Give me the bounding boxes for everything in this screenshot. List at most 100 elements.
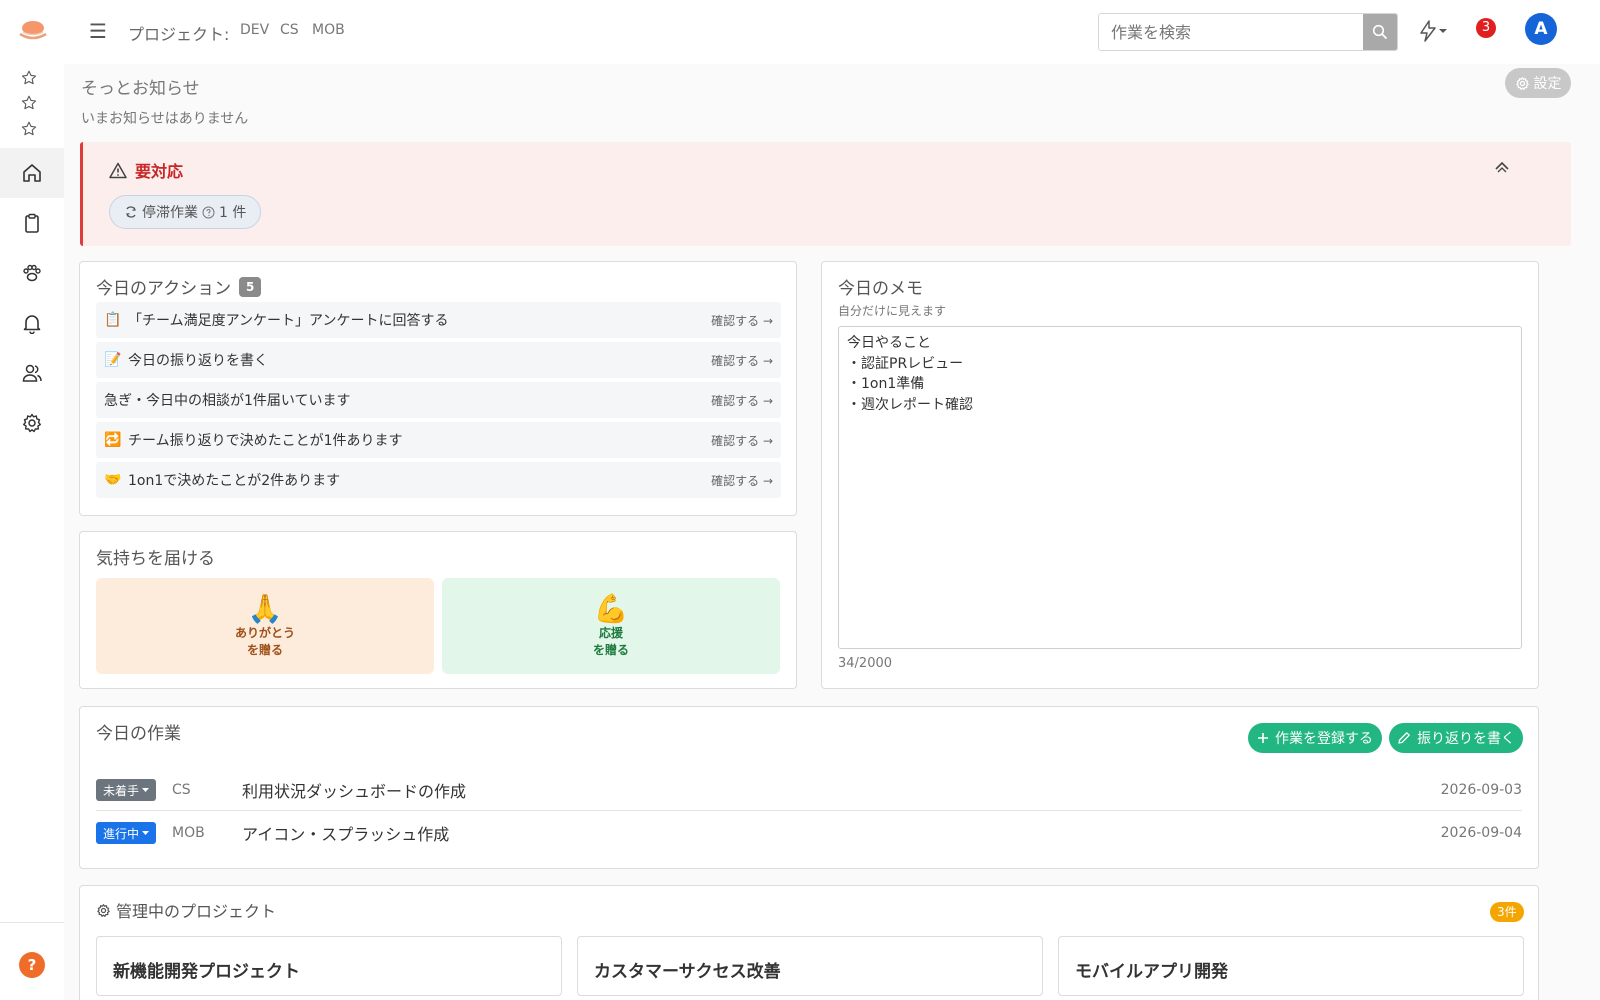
announcement-settings-button[interactable]: 設定: [1505, 68, 1571, 98]
task-date: 2026-09-04: [1440, 825, 1522, 841]
memo-char-counter: 34/2000: [838, 656, 893, 671]
action-item[interactable]: 🔁 チーム振り返りで決めたことが1件あります 確認する →: [96, 422, 781, 458]
handshake-emoji-icon: 🤝: [104, 472, 122, 488]
stale-count: 1 件: [219, 205, 247, 221]
confirm-link[interactable]: 確認する →: [711, 352, 773, 369]
confirm-link[interactable]: 確認する →: [711, 312, 773, 329]
send-feelings-title: 気持ちを届ける: [96, 549, 215, 569]
pencil-icon: [1398, 732, 1410, 744]
alert-title-text: 要対応: [135, 162, 184, 181]
project-card-title: カスタマーサクセス改善: [594, 962, 781, 982]
stale-tasks-pill[interactable]: 停滞作業 1 件: [109, 195, 262, 229]
sidebar: ?: [0, 64, 64, 1000]
today-memo-title: 今日のメモ: [838, 279, 923, 299]
today-memo-card: 今日のメモ 自分だけに見えます 34/2000: [821, 261, 1539, 689]
sidebar-item-tasks[interactable]: [0, 198, 64, 248]
alert-title: 要対応: [109, 158, 183, 182]
plus-icon: [1258, 733, 1268, 743]
avatar[interactable]: A: [1525, 13, 1557, 45]
action-item[interactable]: 🤝 1on1で決めたことが2件あります 確認する →: [96, 462, 781, 498]
star-icon[interactable]: [21, 95, 37, 111]
managed-projects-card: 管理中のプロジェクト 3件 新機能開発プロジェクト カスタマーサクセス改善 モバ…: [79, 885, 1539, 1000]
search-icon: [1372, 24, 1388, 40]
search-button[interactable]: [1363, 14, 1397, 50]
settings-label: 設定: [1533, 76, 1562, 92]
star-icon[interactable]: [21, 70, 37, 86]
sidebar-item-notifications[interactable]: [0, 298, 64, 348]
project-link-dev[interactable]: DEV: [240, 22, 269, 38]
send-cheer-line2: を贈る: [592, 643, 629, 657]
register-task-label: 作業を登録する: [1275, 731, 1373, 747]
action-item[interactable]: 急ぎ・今日中の相談が1件届いています 確認する →: [96, 382, 781, 418]
write-reflection-button[interactable]: 振り返りを書く: [1389, 723, 1523, 753]
sidebar-divider: [0, 922, 64, 923]
project-card[interactable]: 新機能開発プロジェクト: [96, 936, 562, 996]
today-actions-count: 5: [239, 276, 262, 297]
memo-emoji-icon: 📝: [104, 352, 122, 368]
project-card[interactable]: カスタマーサクセス改善: [577, 936, 1043, 996]
task-title[interactable]: アイコン・スプラッシュ作成: [242, 821, 1441, 845]
status-label: 進行中: [102, 826, 139, 841]
action-item[interactable]: 📝 今日の振り返りを書く 確認する →: [96, 342, 781, 378]
warning-icon: [109, 162, 127, 178]
managed-projects-title: 管理中のプロジェクト: [96, 898, 276, 922]
today-actions-card: 今日のアクション 5 📋 「チーム満足度アンケート」アンケートに回答する 確認す…: [79, 261, 797, 516]
action-text: 急ぎ・今日中の相談が1件届いています: [104, 393, 351, 409]
pray-emoji-icon: 🙏: [247, 592, 283, 625]
search-input[interactable]: [1099, 14, 1363, 50]
star-icon[interactable]: [21, 121, 37, 137]
sidebar-item-members[interactable]: [0, 348, 64, 398]
project-label: プロジェクト:: [128, 25, 230, 44]
users-icon: [22, 364, 42, 382]
muscle-emoji-icon: 💪: [593, 592, 629, 625]
help-button[interactable]: ?: [19, 952, 45, 978]
repeat-emoji-icon: 🔁: [104, 432, 122, 448]
menu-icon[interactable]: ☰: [89, 21, 109, 41]
quick-actions-button[interactable]: [1418, 19, 1452, 43]
stale-label: 停滞作業: [142, 205, 198, 221]
notification-badge[interactable]: 3: [1476, 18, 1496, 38]
confirm-link[interactable]: 確認する →: [711, 392, 773, 409]
clipboard-icon: [25, 213, 39, 233]
today-actions-title: 今日のアクション 5: [96, 274, 262, 299]
gear-icon: [1515, 76, 1529, 90]
app-logo-icon[interactable]: [18, 18, 48, 44]
write-reflection-label: 振り返りを書く: [1417, 731, 1515, 747]
memo-textarea[interactable]: [838, 326, 1522, 649]
bell-icon: [23, 315, 41, 334]
status-dropdown[interactable]: 進行中: [96, 822, 156, 844]
sidebar-item-home[interactable]: [0, 148, 64, 198]
today-memo-subtitle: 自分だけに見えます: [838, 304, 947, 318]
sidebar-item-settings[interactable]: [0, 398, 64, 448]
send-thanks-line2: を贈る: [246, 643, 283, 657]
main-content: そっとお知らせ いまお知らせはありません 設定 要対応 停滞作業 1 件 今日の…: [64, 64, 1600, 1000]
bolt-icon: [1420, 20, 1436, 42]
project-link-cs[interactable]: CS: [280, 22, 299, 38]
project-card-title: 新機能開発プロジェクト: [113, 962, 300, 982]
task-date: 2026-09-03: [1440, 782, 1522, 798]
sidebar-item-pets[interactable]: [0, 248, 64, 298]
task-project: MOB: [172, 825, 205, 841]
send-thanks-button[interactable]: 🙏 ありがとう を贈る: [96, 578, 434, 674]
gear-icon: [23, 413, 41, 433]
project-link-mob[interactable]: MOB: [312, 22, 345, 38]
confirm-link[interactable]: 確認する →: [711, 432, 773, 449]
task-title[interactable]: 利用状況ダッシュボードの作成: [242, 778, 1441, 802]
announcement-empty-text: いまお知らせはありません: [81, 111, 249, 127]
chevron-up-icon[interactable]: [1493, 160, 1511, 174]
today-tasks-card: 今日の作業 作業を登録する 振り返りを書く 未着手 CS 利用状況ダッシュボード…: [79, 706, 1539, 869]
action-text: 今日の振り返りを書く: [128, 353, 268, 369]
caret-down-icon: [142, 830, 149, 835]
status-label: 未着手: [102, 783, 139, 798]
action-text: 1on1で決めたことが2件あります: [128, 473, 341, 489]
confirm-link[interactable]: 確認する →: [711, 472, 773, 489]
status-dropdown[interactable]: 未着手: [96, 779, 156, 801]
register-task-button[interactable]: 作業を登録する: [1248, 723, 1382, 753]
send-cheer-line1: 応援: [598, 626, 623, 640]
send-feelings-card: 気持ちを届ける 🙏 ありがとう を贈る 💪 応援 を贈る: [79, 531, 797, 689]
send-cheer-button[interactable]: 💪 応援 を贈る: [442, 578, 780, 674]
task-row: 未着手 CS 利用状況ダッシュボードの作成 2026-09-03: [96, 769, 1522, 811]
action-item[interactable]: 📋 「チーム満足度アンケート」アンケートに回答する 確認する →: [96, 302, 781, 338]
project-card[interactable]: モバイルアプリ開発: [1058, 936, 1524, 996]
project-card-title: モバイルアプリ開発: [1075, 962, 1228, 982]
